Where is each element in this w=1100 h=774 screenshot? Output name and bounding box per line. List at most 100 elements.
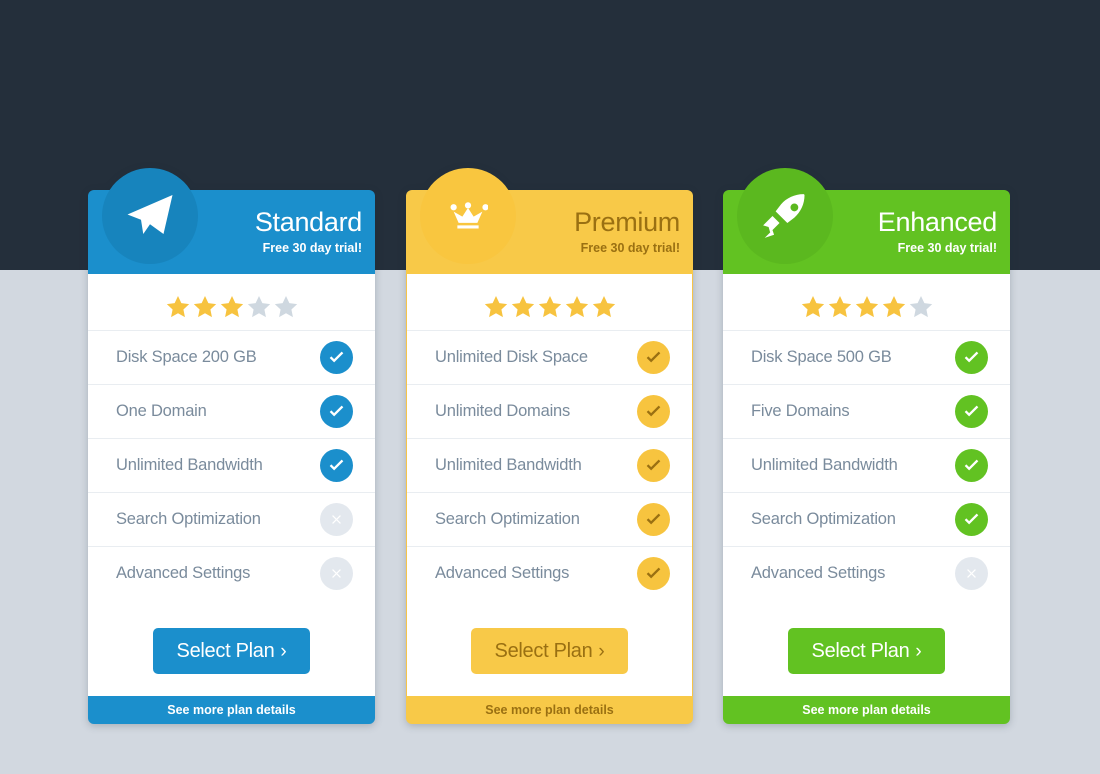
star-icon: [854, 294, 880, 320]
card-header-standard: Standard Free 30 day trial!: [88, 168, 375, 274]
star-icon: [881, 294, 907, 320]
feature-list-premium: Unlimited Disk Space Unlimited Domains Unl…: [407, 330, 692, 606]
feature-label: Advanced Settings: [751, 564, 886, 582]
check-icon: [637, 503, 670, 536]
feature-row: Unlimited Bandwidth: [88, 438, 375, 492]
feature-label: Unlimited Disk Space: [435, 348, 588, 366]
feature-row: Search Optimization: [723, 492, 1010, 546]
feature-row: Unlimited Domains: [407, 384, 692, 438]
card-header-text-premium: Premium Free 30 day trial!: [528, 209, 680, 255]
star-icon: [192, 294, 218, 320]
card-header-text-standard: Standard Free 30 day trial!: [210, 209, 362, 255]
check-icon: [637, 449, 670, 482]
feature-label: Search Optimization: [435, 510, 580, 528]
feature-label: Disk Space 500 GB: [751, 348, 892, 366]
feature-row: Search Optimization: [407, 492, 692, 546]
see-more-plan-details-enhanced[interactable]: See more plan details: [723, 696, 1010, 724]
check-icon: [320, 449, 353, 482]
rating-stars-enhanced: [723, 288, 1010, 330]
check-icon: [320, 395, 353, 428]
feature-row: Unlimited Bandwidth: [407, 438, 692, 492]
select-plan-label: Select Plan: [494, 639, 593, 662]
chevron-right-icon: ›: [598, 640, 605, 662]
feature-label: Unlimited Bandwidth: [751, 456, 898, 474]
rating-stars-standard: [88, 288, 375, 330]
check-icon: [320, 341, 353, 374]
select-plan-button-enhanced[interactable]: Select Plan ›: [787, 628, 946, 674]
plan-trial-premium: Free 30 day trial!: [580, 241, 680, 256]
star-icon: [483, 294, 509, 320]
feature-list-enhanced: Disk Space 500 GB Five Domains Unlimited B…: [723, 330, 1010, 606]
see-more-label: See more plan details: [167, 703, 296, 717]
star-icon: [165, 294, 191, 320]
feature-label: Disk Space 200 GB: [116, 348, 257, 366]
star-icon: [246, 294, 272, 320]
star-icon: [273, 294, 299, 320]
feature-row: Advanced Settings: [407, 546, 692, 600]
cta-container-enhanced: Select Plan ›: [723, 606, 1010, 700]
card-header-text-enhanced: Enhanced Free 30 day trial!: [845, 207, 998, 256]
chevron-right-icon: ›: [915, 640, 922, 662]
feature-label: Unlimited Bandwidth: [435, 456, 582, 474]
star-icon: [800, 294, 826, 320]
plan-name-premium: Premium: [574, 207, 680, 238]
see-more-label: See more plan details: [485, 703, 614, 717]
see-more-plan-details-premium[interactable]: See more plan details: [406, 696, 693, 724]
check-icon: [955, 449, 988, 482]
check-icon: [637, 557, 670, 590]
see-more-plan-details-standard[interactable]: See more plan details: [88, 696, 375, 724]
cta-container-standard: Select Plan ›: [88, 606, 375, 700]
feature-label: Search Optimization: [116, 510, 261, 528]
check-icon: [637, 395, 670, 428]
select-plan-button-premium[interactable]: Select Plan ›: [470, 628, 629, 674]
feature-row: Five Domains: [723, 384, 1010, 438]
pricing-card-standard: Standard Free 30 day trial! Disk Space 200…: [88, 168, 375, 724]
feature-label: Unlimited Domains: [435, 402, 571, 420]
plan-name-enhanced: Enhanced: [877, 207, 998, 238]
plan-trial-enhanced: Free 30 day trial!: [897, 241, 997, 256]
star-icon: [591, 294, 617, 320]
check-icon: [955, 395, 988, 428]
crown-icon: [420, 168, 516, 264]
star-icon: [827, 294, 853, 320]
feature-row: Unlimited Disk Space: [407, 330, 692, 384]
feature-label: Advanced Settings: [435, 564, 570, 582]
feature-row: Disk Space 200 GB: [88, 330, 375, 384]
feature-row: Search Optimization: [88, 492, 375, 546]
see-more-label: See more plan details: [802, 703, 931, 717]
feature-row: Advanced Settings: [723, 546, 1010, 600]
star-icon: [908, 294, 934, 320]
check-icon: [955, 341, 988, 374]
select-plan-label: Select Plan: [811, 639, 910, 662]
card-header-premium: Premium Free 30 day trial!: [406, 168, 693, 274]
card-body-enhanced: Disk Space 500 GB Five Domains Unlimited B…: [723, 274, 1010, 700]
select-plan-label: Select Plan: [176, 639, 275, 662]
close-icon: [320, 503, 353, 536]
feature-label: Unlimited Bandwidth: [116, 456, 263, 474]
pricing-card-enhanced: Enhanced Free 30 day trial! Disk Space 500…: [723, 168, 1010, 724]
feature-label: Search Optimization: [751, 510, 896, 528]
cta-container-premium: Select Plan ›: [407, 606, 692, 700]
pricing-card-premium: Premium Free 30 day trial! Unlimited Disk …: [406, 168, 693, 724]
chevron-right-icon: ›: [280, 640, 287, 662]
check-icon: [637, 341, 670, 374]
star-icon: [537, 294, 563, 320]
rocket-icon: [737, 168, 833, 264]
card-header-enhanced: Enhanced Free 30 day trial!: [723, 168, 1010, 274]
card-body-standard: Disk Space 200 GB One Domain Unlimited Ban…: [88, 274, 375, 700]
feature-row: Disk Space 500 GB: [723, 330, 1010, 384]
feature-list-standard: Disk Space 200 GB One Domain Unlimited Ban…: [88, 330, 375, 606]
feature-row: Advanced Settings: [88, 546, 375, 600]
feature-label: Advanced Settings: [116, 564, 251, 582]
rating-stars-premium: [407, 288, 692, 330]
star-icon: [564, 294, 590, 320]
feature-row: Unlimited Bandwidth: [723, 438, 1010, 492]
feature-label: Five Domains: [751, 402, 850, 420]
check-icon: [955, 503, 988, 536]
card-body-premium: Unlimited Disk Space Unlimited Domains Unl…: [406, 274, 693, 700]
plan-trial-standard: Free 30 day trial!: [262, 241, 362, 256]
close-icon: [320, 557, 353, 590]
select-plan-button-standard[interactable]: Select Plan ›: [152, 628, 311, 674]
feature-label: One Domain: [116, 402, 207, 420]
plan-name-standard: Standard: [254, 207, 362, 238]
